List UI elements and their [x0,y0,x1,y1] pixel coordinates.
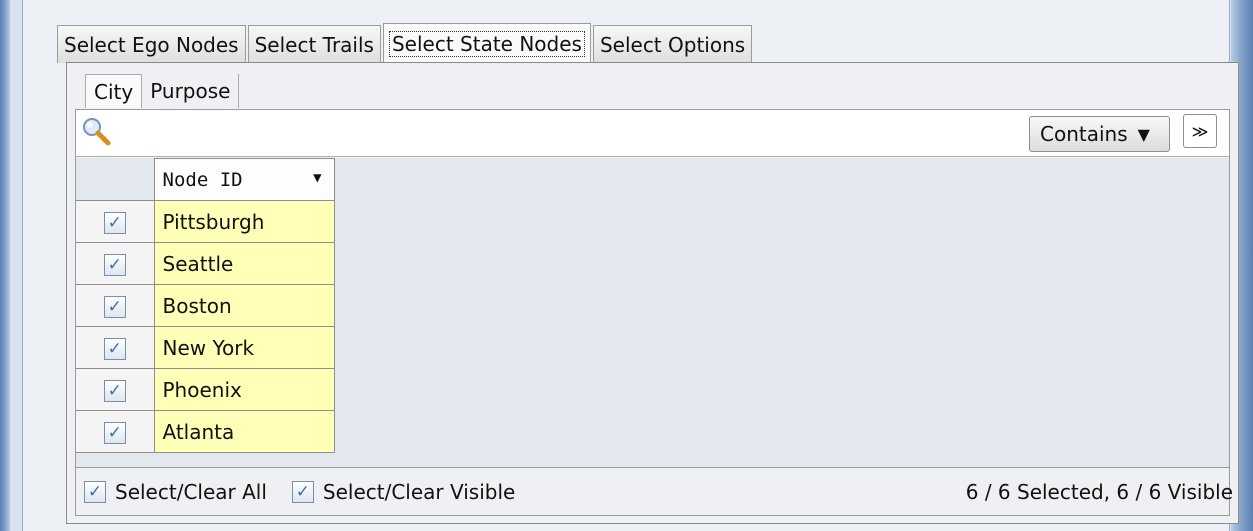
table-row: ✓ Seattle [76,242,335,285]
select-clear-all-checkbox[interactable]: ✓ Select/Clear All [84,480,267,504]
table-header-row: Node ID ▼ [76,158,335,201]
tab-select-trails[interactable]: Select Trails [247,25,381,63]
main-tab-bar: Select Ego Nodes Select Trails Select St… [57,23,754,63]
row-checkbox[interactable]: ✓ [103,379,126,402]
node-name-cell[interactable]: Boston [153,284,335,327]
double-chevron-down-icon[interactable]: ≫ [1183,114,1217,148]
node-name-cell[interactable]: Atlanta [153,410,335,453]
table-row: ✓ Atlanta [76,410,335,453]
tab-select-ego-nodes[interactable]: Select Ego Nodes [57,25,246,63]
row-checkbox[interactable]: ✓ [103,421,126,444]
search-input[interactable] [114,116,1014,150]
selection-footer: ✓ Select/Clear All ✓ Select/Clear Visibl… [76,468,1233,515]
node-list-panel: Contains ▼ ≫ Node ID ▼ ✓ Pittsburgh ✓ Se… [75,109,1233,516]
select-clear-visible-checkbox[interactable]: ✓ Select/Clear Visible [291,480,515,504]
table-row: ✓ Boston [76,284,335,327]
subtab-purpose[interactable]: Purpose [142,74,240,108]
state-nodes-panel: City Purpose Contains ▼ ≫ Node ID ▼ ✓ Pi… [66,62,1239,524]
window-frame-left [0,0,10,531]
table-corner [76,158,155,201]
tab-select-options[interactable]: Select Options [592,25,753,63]
table-row: ✓ New York [76,326,335,369]
dropdown-arrow-icon: ▼ [1137,124,1150,144]
subtab-city[interactable]: City [85,74,143,108]
search-icon [83,118,111,146]
row-checkbox[interactable]: ✓ [103,295,126,318]
node-name-cell[interactable]: Seattle [153,242,335,285]
column-header-node-id[interactable]: Node ID ▼ [153,158,335,201]
match-mode-dropdown[interactable]: Contains ▼ [1029,116,1170,152]
row-checkbox[interactable]: ✓ [103,337,126,360]
search-bar: Contains ▼ ≫ [76,110,1229,157]
sort-arrow-icon: ▼ [313,170,322,186]
row-checkbox[interactable]: ✓ [103,253,126,276]
table-row: ✓ Pittsburgh [76,200,335,243]
node-table: Node ID ▼ ✓ Pittsburgh ✓ Seattle ✓ Bosto… [76,158,335,453]
checkbox-icon: ✓ [84,480,106,503]
tab-select-state-nodes[interactable]: Select State Nodes [382,23,591,63]
table-row: ✓ Phoenix [76,368,335,411]
sub-tab-bar: City Purpose [85,74,240,108]
node-name-cell[interactable]: Phoenix [153,368,335,411]
filter-panel: Select Ego Nodes Select Trails Select St… [22,0,1239,531]
row-checkbox[interactable]: ✓ [103,211,126,234]
node-name-cell[interactable]: New York [153,326,335,369]
checkbox-icon: ✓ [291,480,314,503]
selection-status: 6 / 6 Selected, 6 / 6 Visible [965,480,1233,504]
node-name-cell[interactable]: Pittsburgh [153,200,335,243]
node-table-area: Node ID ▼ ✓ Pittsburgh ✓ Seattle ✓ Bosto… [76,158,1229,468]
